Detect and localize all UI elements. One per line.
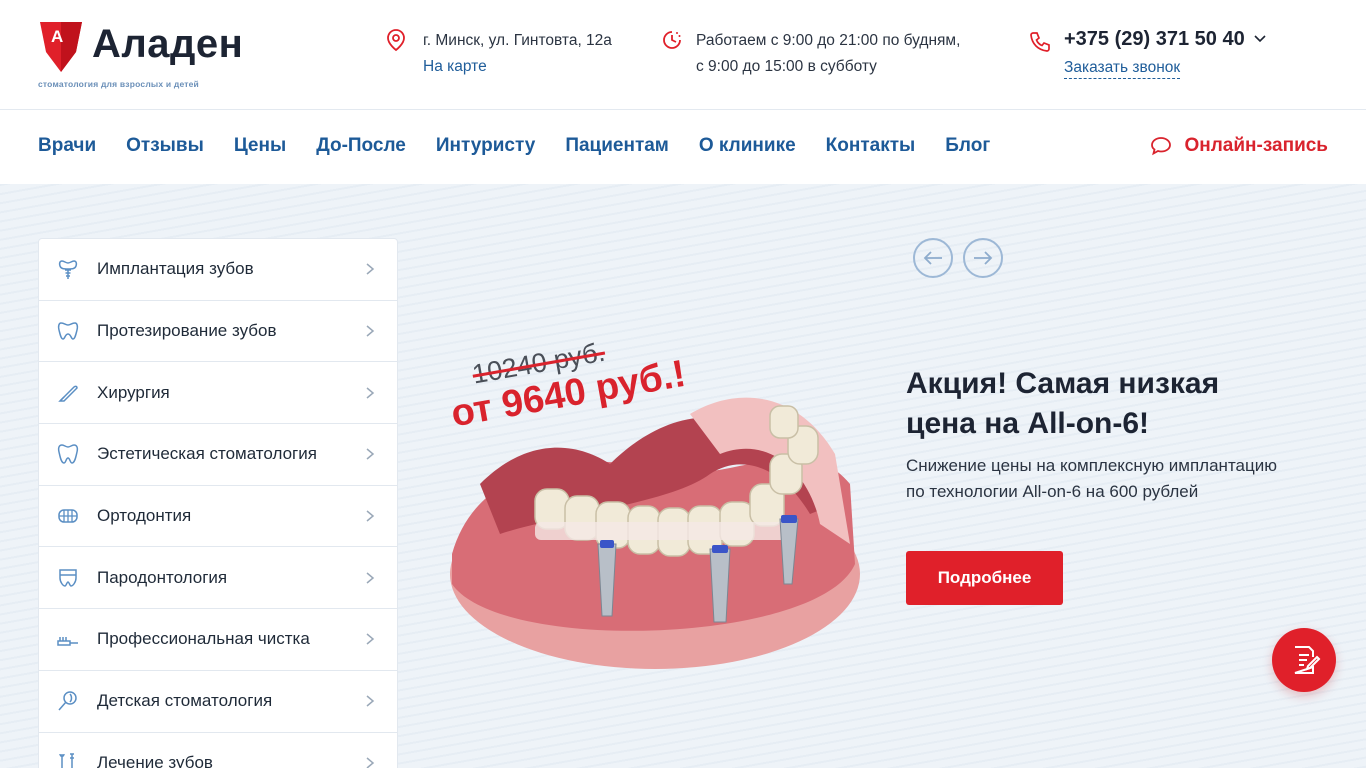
- chevron-right-icon: [366, 448, 375, 460]
- chevron-right-icon: [366, 633, 375, 646]
- service-menu-item[interactable]: Эстетическая стоматология: [39, 424, 397, 486]
- chat-bubble-icon: [1151, 137, 1172, 156]
- location-pin-icon: [387, 29, 405, 52]
- lollipop-icon: [58, 691, 77, 711]
- nav-item[interactable]: Блог: [945, 135, 990, 157]
- hero-section: Имплантация зубов Протезирование зубов Хир…: [0, 184, 1366, 768]
- scalpel-icon: [58, 385, 78, 402]
- arrow-left-icon: [923, 251, 942, 265]
- address-text: г. Минск, ул. Гинтовта, 12а: [423, 32, 612, 49]
- online-booking-link[interactable]: Онлайн-запись: [1150, 135, 1328, 157]
- implant-icon: [58, 260, 78, 280]
- chevron-right-icon: [366, 695, 375, 707]
- map-link[interactable]: На карте: [423, 54, 612, 80]
- service-menu-item[interactable]: Пародонтология: [39, 547, 397, 610]
- service-menu-item[interactable]: Лечение зубов: [39, 733, 397, 768]
- main-nav: Врачи Отзывы Цены До-После Интуристу Пациента…: [0, 111, 1366, 184]
- chevron-right-icon: [366, 325, 375, 337]
- chevron-right-icon: [366, 387, 375, 399]
- arrow-right-icon: [974, 251, 993, 265]
- phone-block: +375 (29) 371 50 40 Заказать звонок: [1028, 26, 1267, 81]
- nav-item[interactable]: Пациентам: [565, 135, 669, 157]
- hours-line-2: с 9:00 до 15:00 в субботу: [696, 58, 877, 75]
- chevron-right-icon: [366, 510, 375, 522]
- hours-block: Работаем с 9:00 до 21:00 по будням, с 9:…: [660, 28, 960, 80]
- appointment-form-button[interactable]: [1272, 628, 1336, 692]
- logo[interactable]: A Аладен стоматология для взрослых и дет…: [38, 18, 248, 92]
- gum-icon: [59, 569, 77, 587]
- nav-item[interactable]: Контакты: [826, 135, 916, 157]
- service-menu-item[interactable]: Имплантация зубов: [39, 239, 397, 301]
- tooth-icon: [57, 444, 79, 465]
- nav-item[interactable]: О клинике: [699, 135, 796, 157]
- logo-mark-icon: A: [40, 22, 82, 72]
- nav-item[interactable]: Отзывы: [126, 135, 204, 157]
- phone-number[interactable]: +375 (29) 371 50 40: [1064, 26, 1267, 52]
- service-menu-item[interactable]: Ортодонтия: [39, 486, 397, 548]
- chevron-down-icon[interactable]: [1253, 34, 1267, 44]
- nav-item[interactable]: Интуристу: [436, 135, 535, 157]
- nav-items: Врачи Отзывы Цены До-После Интуристу Пациента…: [38, 135, 990, 157]
- svg-text:A: A: [51, 27, 63, 46]
- logo-tagline: стоматология для взрослых и детей: [38, 79, 199, 89]
- promo-title: Акция! Самая низкая цена на All-on-6!: [906, 367, 1220, 440]
- form-edit-icon: [1294, 646, 1321, 674]
- service-menu-label: Ортодонтия: [97, 506, 192, 526]
- service-menu-label: Профессиональная чистка: [97, 629, 310, 649]
- services-menu: Имплантация зубов Протезирование зубов Хир…: [38, 238, 398, 768]
- promo-text: Снижение цены на комплексную имплантацию…: [906, 456, 1277, 501]
- slider-prev-button[interactable]: [913, 238, 953, 278]
- phone-icon: [1030, 32, 1050, 52]
- slider-next-button[interactable]: [963, 238, 1003, 278]
- service-menu-label: Протезирование зубов: [97, 321, 277, 341]
- service-menu-item[interactable]: Хирургия: [39, 362, 397, 425]
- more-button[interactable]: Подробнее: [906, 551, 1063, 605]
- online-booking-label: Онлайн-запись: [1184, 135, 1328, 156]
- service-menu-item[interactable]: Протезирование зубов: [39, 301, 397, 363]
- service-menu-label: Детская стоматология: [97, 691, 273, 711]
- toothbrush-icon: [57, 637, 78, 647]
- service-menu-item[interactable]: Детская стоматология: [39, 671, 397, 733]
- chevron-right-icon: [366, 757, 375, 768]
- site-header: A Аладен стоматология для взрослых и дет…: [0, 0, 1366, 110]
- nav-item[interactable]: Врачи: [38, 135, 96, 157]
- tools-icon: [59, 753, 74, 768]
- chevron-right-icon: [366, 263, 375, 275]
- service-menu-label: Пародонтология: [97, 567, 228, 587]
- service-menu-item[interactable]: Профессиональная чистка: [39, 609, 397, 671]
- clock-icon: [663, 31, 681, 49]
- chevron-right-icon: [366, 572, 375, 584]
- service-menu-label: Имплантация зубов: [97, 259, 254, 279]
- service-menu-label: Хирургия: [97, 382, 170, 402]
- callback-link[interactable]: Заказать звонок: [1064, 58, 1181, 79]
- hours-line-1: Работаем с 9:00 до 21:00 по будням,: [696, 32, 961, 49]
- braces-icon: [58, 509, 78, 523]
- crown-icon: [57, 322, 79, 340]
- nav-item[interactable]: Цены: [234, 135, 286, 157]
- service-menu-label: Лечение зубов: [97, 752, 213, 768]
- logo-name: Аладен: [92, 22, 244, 66]
- service-menu-label: Эстетическая стоматология: [97, 444, 317, 464]
- phone-number-text: +375 (29) 371 50 40: [1064, 28, 1245, 50]
- nav-item[interactable]: До-После: [316, 135, 406, 157]
- address-block: г. Минск, ул. Гинтовта, 12а На карте: [386, 28, 612, 80]
